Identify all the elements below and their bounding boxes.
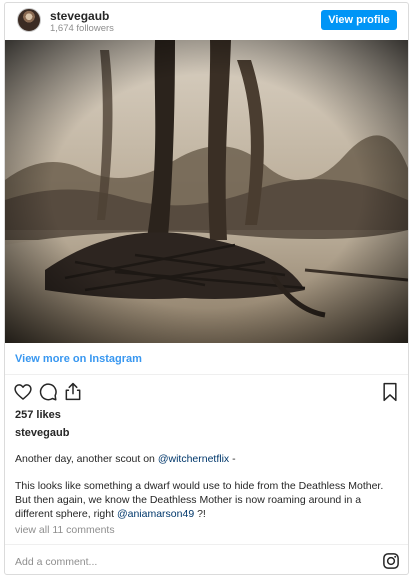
divider	[5, 374, 408, 375]
instagram-icon[interactable]	[382, 552, 400, 574]
photo-image	[5, 40, 408, 343]
caption: Another day, another scout on @witcherne…	[15, 452, 401, 521]
post-header: stevegaub 1,674 followers View profile	[5, 3, 408, 38]
caption-body: This looks like something a dwarf would …	[15, 479, 401, 521]
caption-line-1: Another day, another scout on @witcherne…	[15, 452, 401, 466]
like-count[interactable]: 257 likes	[15, 409, 61, 421]
caption-text: -	[229, 453, 236, 465]
caption-username[interactable]: stevegaub	[15, 427, 69, 439]
add-comment-input[interactable]	[15, 555, 355, 569]
view-profile-button[interactable]: View profile	[321, 10, 397, 30]
share-icon[interactable]	[63, 381, 83, 402]
view-more-link[interactable]: View more on Instagram	[15, 353, 142, 365]
follower-count: 1,674 followers	[50, 23, 114, 34]
caption-text: Another day, another scout on	[15, 453, 158, 465]
heart-icon[interactable]	[13, 382, 33, 402]
post-photo[interactable]	[5, 40, 408, 343]
avatar[interactable]	[17, 8, 41, 32]
header-username[interactable]: stevegaub	[50, 9, 109, 23]
mention-link[interactable]: @aniamarson49	[117, 508, 194, 520]
comment-icon[interactable]	[38, 382, 58, 402]
mention-link[interactable]: @witchernetflix	[158, 453, 229, 465]
bookmark-icon[interactable]	[381, 382, 399, 402]
view-comments-link[interactable]: view all 11 comments	[15, 524, 115, 536]
caption-text: ?!	[194, 508, 206, 520]
divider	[5, 544, 408, 545]
instagram-embed-card: stevegaub 1,674 followers View profile V…	[4, 2, 409, 575]
